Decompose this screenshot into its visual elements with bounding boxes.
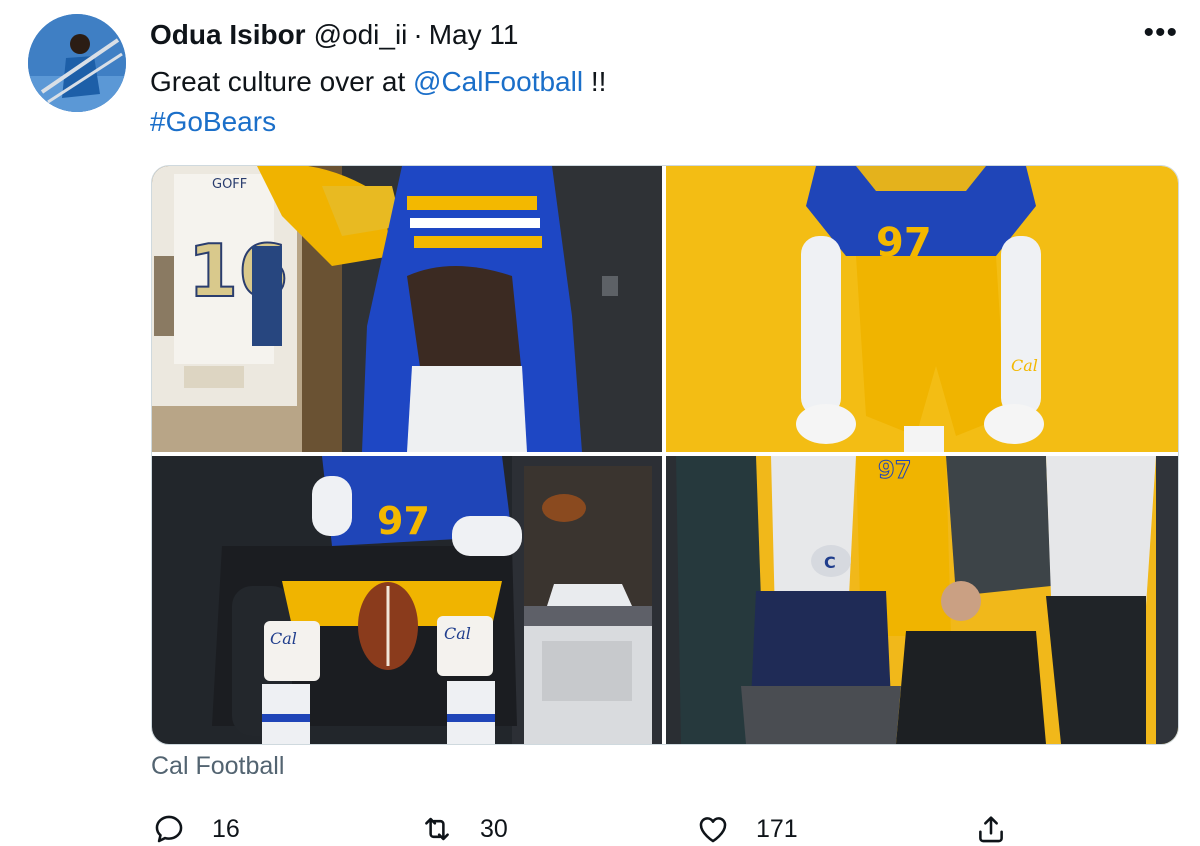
kneepad-cal-logo-left: Cal [270, 629, 297, 648]
tweet-header: Odua Isibor @odi_ii · May 11 [150, 18, 518, 52]
player-number-97-yellow-backdrop-photo[interactable]: 97 Cal [666, 166, 1178, 452]
like-count: 171 [756, 814, 798, 843]
tweet-text-suffix: !! [583, 66, 607, 97]
reply-icon [155, 815, 183, 843]
group-jersey-number: 97 [878, 456, 911, 484]
header-separator: · [413, 19, 423, 50]
player-seated-with-football-photo[interactable]: 97 Cal Cal [152, 456, 662, 744]
display-name[interactable]: Odua Isibor [150, 19, 306, 51]
mention-link[interactable]: @CalFootball [413, 66, 583, 97]
hashtag-link[interactable]: #GoBears [150, 102, 606, 142]
tweet-text-prefix: Great culture over at [150, 66, 414, 97]
kneepad-cal-logo-right: Cal [444, 624, 471, 643]
retweet-button[interactable]: 30 [420, 812, 508, 846]
group-photo-with-coaches[interactable]: 97 C [666, 456, 1178, 744]
seated-jersey-number: 97 [377, 499, 430, 543]
sleeve-cal-logo: Cal [1011, 356, 1038, 375]
tweet-text: Great culture over at @CalFootball !! #G… [150, 62, 606, 142]
locker-room-jersey-photo[interactable]: GOFF 16 [152, 166, 662, 452]
heart-icon [699, 817, 727, 843]
more-options-icon[interactable]: ••• [1143, 16, 1178, 50]
tweet-actions: 16 30 171 [152, 812, 1022, 846]
reply-button[interactable]: 16 [152, 812, 240, 846]
tweet-text-line-1: Great culture over at @CalFootball !! [150, 62, 606, 102]
avatar[interactable] [28, 14, 126, 112]
share-button[interactable] [974, 812, 1008, 846]
jersey-nameplate: GOFF [212, 177, 247, 192]
like-button[interactable]: 171 [696, 812, 798, 846]
retweet-icon [425, 817, 449, 841]
media-caption[interactable]: Cal Football [151, 752, 284, 781]
cap-letter: C [824, 553, 836, 572]
tweet-date[interactable]: May 11 [429, 19, 519, 51]
user-handle[interactable]: @odi_ii [314, 19, 408, 51]
share-icon [979, 816, 1003, 843]
reply-count: 16 [212, 814, 240, 843]
retweet-count: 30 [480, 814, 508, 843]
media-grid: GOFF 16 97 Cal 97 Cal Cal 97 C [151, 165, 1179, 745]
